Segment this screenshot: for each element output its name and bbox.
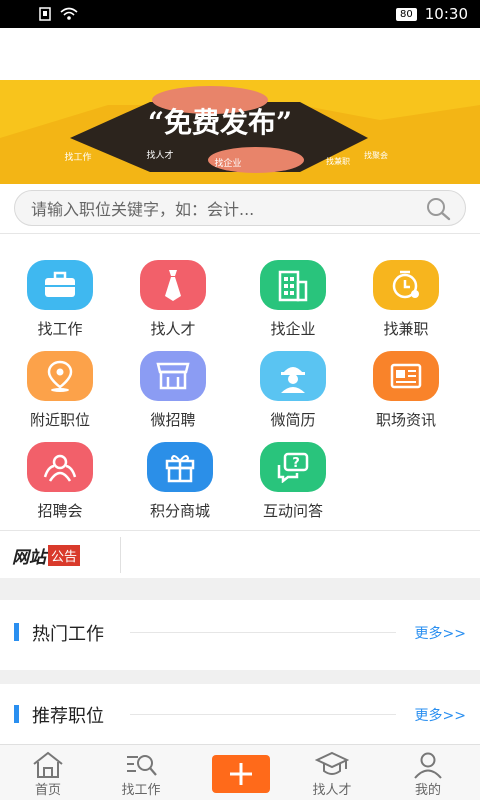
divider: [130, 632, 396, 633]
banner-art: “免费发布” 找工作 找人才 找企业 找兼职 找聚会: [0, 80, 480, 184]
banner-tag: 找人才: [146, 149, 173, 161]
feature-points-mall[interactable]: 积分商城: [120, 432, 240, 520]
feature-qa[interactable]: ? 互动问答: [233, 432, 353, 520]
divider: [130, 714, 396, 715]
feature-find-company[interactable]: 找企业: [233, 250, 353, 338]
clock-icon: [373, 260, 439, 310]
home-icon: [30, 751, 66, 779]
feature-nearby-jobs[interactable]: 附近职位: [0, 341, 120, 429]
section-accent: [14, 705, 19, 723]
promo-banner[interactable]: “免费发布” 找工作 找人才 找企业 找兼职 找聚会: [0, 80, 480, 184]
job-search-icon: [123, 751, 159, 779]
tab-home[interactable]: 首页: [0, 745, 96, 801]
graduate-icon: [314, 751, 350, 779]
battery-indicator: 80: [396, 7, 417, 21]
site-notice[interactable]: 网站 公告: [0, 530, 480, 578]
feature-label: 互动问答: [262, 502, 323, 520]
status-bar: 80 10:30: [0, 0, 480, 28]
location-icon: [27, 351, 93, 401]
feature-career-news[interactable]: 职场资讯: [346, 341, 466, 429]
divider: [120, 537, 121, 573]
feature-label: 找人才: [150, 320, 196, 338]
feature-label: 微简历: [270, 411, 316, 429]
building-icon: [260, 260, 326, 310]
feature-label: 附近职位: [29, 411, 90, 429]
section-gap: [0, 670, 480, 684]
wifi-icon: [60, 7, 78, 20]
section-title: 推荐职位: [32, 706, 104, 727]
banner-tag: 找兼职: [326, 156, 350, 166]
tab-find-talent[interactable]: 找人才: [284, 745, 380, 801]
gift-icon: [147, 442, 213, 492]
search-input[interactable]: 请输入职位关键字，如：会计...: [14, 190, 466, 226]
more-link[interactable]: 更多>>: [415, 623, 466, 643]
shop-icon: [140, 351, 206, 401]
feature-job-fair[interactable]: 招聘会: [0, 432, 120, 520]
user-icon: [410, 751, 446, 779]
tab-mine[interactable]: 我的: [380, 745, 476, 801]
more-link[interactable]: 更多>>: [415, 705, 466, 725]
notification-icon: [39, 7, 51, 21]
notice-logo-badge: 公告: [48, 545, 81, 566]
plus-icon: [230, 763, 252, 785]
tab-label: 我的: [414, 783, 441, 798]
search-section: 请输入职位关键字，如：会计...: [0, 184, 480, 234]
feature-label: 找企业: [270, 320, 316, 338]
feature-label: 微招聘: [150, 411, 196, 429]
section-hot-jobs: 热门工作 更多>>: [0, 603, 480, 659]
briefcase-icon: [27, 260, 93, 310]
feature-micro-recruit[interactable]: 微招聘: [113, 341, 233, 429]
tab-find-job[interactable]: 找工作: [93, 745, 189, 801]
question-icon: ?: [260, 442, 326, 492]
feature-label: 积分商城: [149, 502, 210, 520]
notice-logo-text: 网站: [12, 548, 46, 568]
clock: 10:30: [424, 5, 468, 23]
publish-button[interactable]: [212, 755, 270, 793]
news-icon: [373, 351, 439, 401]
feature-find-parttime[interactable]: 找兼职: [346, 250, 466, 338]
feature-micro-resume[interactable]: 微简历: [233, 341, 353, 429]
feature-label: 找兼职: [383, 320, 429, 338]
section-recommended-jobs: 推荐职位 更多>>: [0, 685, 480, 741]
tab-label: 找工作: [121, 783, 161, 798]
banner-tag: 找企业: [214, 157, 241, 169]
feature-find-job[interactable]: 找工作: [0, 250, 120, 338]
worker-icon: [260, 351, 326, 401]
tab-label: 找人才: [312, 783, 352, 798]
feature-find-talent[interactable]: 找人才: [113, 250, 233, 338]
search-placeholder: 请输入职位关键字，如：会计...: [31, 200, 255, 219]
svg-text:?: ?: [292, 456, 300, 471]
feature-label: 职场资讯: [375, 411, 436, 429]
tie-icon: [140, 260, 206, 310]
banner-tag: 找聚会: [364, 150, 388, 160]
notice-logo: 网站 公告: [12, 543, 81, 568]
section-title: 热门工作: [32, 624, 104, 645]
feature-label: 招聘会: [37, 502, 83, 520]
banner-tag: 找工作: [64, 151, 91, 163]
crowd-icon: [27, 442, 93, 492]
section-gap: [0, 578, 480, 600]
bottom-tab-bar: 首页 找工作 找人才 我的: [0, 744, 480, 800]
section-accent: [14, 623, 19, 641]
banner-headline: “免费发布”: [148, 106, 292, 139]
tab-label: 首页: [34, 783, 61, 798]
feature-label: 找工作: [37, 320, 83, 338]
search-icon[interactable]: [425, 197, 451, 221]
